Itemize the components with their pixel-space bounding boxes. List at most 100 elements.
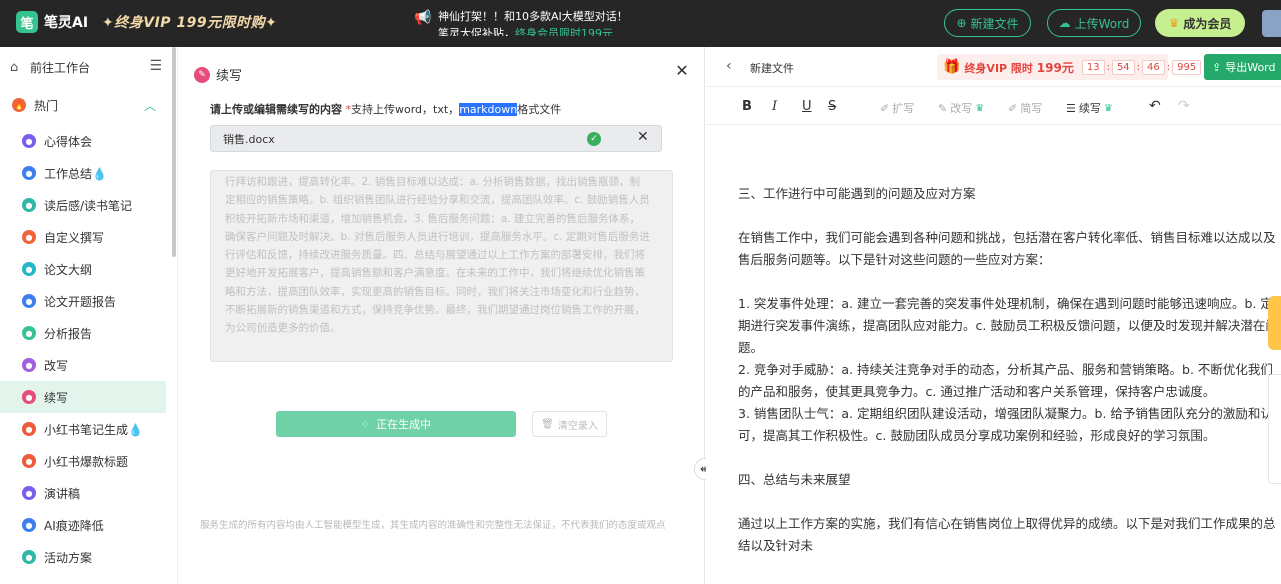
document-paragraph: 在销售工作中，我们可能会遇到各种问题和挑战，包括潜在客户转化率低、销售目标难以达… <box>738 230 1276 267</box>
simplify-icon: ✐ <box>1008 101 1018 115</box>
underline-button[interactable]: U <box>802 99 812 114</box>
floating-badge[interactable] <box>1268 296 1281 350</box>
check-icon: ✓ <box>587 132 601 146</box>
sidebar-item[interactable]: ● AI痕迹降低 <box>0 509 172 541</box>
megaphone-icon: 📢 <box>414 10 432 26</box>
document-paragraph: 2. 竞争对手威胁：a. 持续关注竞争对手的动态，分析其产品、服务和营销策略。b… <box>738 362 1273 399</box>
sidebar: ⌂ 前往工作台 ☰ 🔥 热门 ︿ ● 心得体会 ● 工作总结💧 ● 读后感/读书笔记 ● 自定… <box>0 47 178 584</box>
go-to-workspace[interactable]: ⌂ 前往工作台 ☰ <box>0 47 178 87</box>
cloud-upload-icon: ☁ <box>1058 16 1071 30</box>
sidebar-item[interactable]: ● 读后感/读书笔记 <box>0 189 172 221</box>
expand-button[interactable]: ✐ 扩写 <box>880 100 914 116</box>
avatar[interactable] <box>1262 10 1281 37</box>
disclaimer: 服务生成的所有内容均由人工智能模型生成，其生成内容的准确性和完整性无法保证，不代… <box>200 520 666 531</box>
sidebar-item[interactable]: ● 工作总结💧 <box>0 157 172 189</box>
document-paragraph <box>738 205 1278 227</box>
sidebar-item[interactable]: ● 活动方案 <box>0 541 172 573</box>
become-member-button[interactable]: ♛ 成为会员 <box>1155 9 1245 37</box>
new-file-button[interactable]: ⊕ 新建文件 <box>944 9 1031 37</box>
remove-file-icon[interactable]: ✕ <box>637 129 649 145</box>
sidebar-item[interactable]: ● 心得体会 <box>0 125 172 157</box>
vip-promo-banner[interactable]: ✦终身VIP 199元限时购✦ <box>102 12 277 32</box>
sidebar-item[interactable]: ● 自定义撰写 <box>0 221 172 253</box>
collapse-menu-icon[interactable]: ☰ <box>149 58 162 74</box>
content-text: 行拜访和跟进，提高转化率。2. 销售目标难以达成：a. 分析销售数据，找出销售瓶… <box>225 176 650 335</box>
trash-icon: 🗑 <box>541 418 554 430</box>
sidebar-item[interactable]: ● 论文大纲 <box>0 253 172 285</box>
notice-line-2: 笔灵大促补贴，终身会员限时199元 <box>438 27 613 36</box>
sidebar-item-label: AI痕迹降低 <box>44 518 104 533</box>
loading-spinner-icon: ⁘ <box>360 417 371 431</box>
tool-icon: ● <box>22 230 36 244</box>
document-paragraph: 三、工作进行中可能遇到的问题及应对方案 <box>738 186 976 201</box>
export-word-button[interactable]: ⇪ 导出Word <box>1204 54 1281 80</box>
sidebar-item[interactable]: ● 小红书爆款标题 <box>0 445 172 477</box>
continue-writing-icon: ✎ <box>194 66 210 83</box>
generating-button[interactable]: ⁘ 正在生成中 <box>276 411 516 437</box>
sidebar-scrollbar[interactable] <box>172 47 176 257</box>
sidebar-item-label: 改写 <box>44 358 69 373</box>
sidebar-section-hot[interactable]: 🔥 热门 ︿ <box>0 89 172 121</box>
sidebar-item[interactable]: ● 论文开题报告 <box>0 285 172 317</box>
sidebar-item[interactable]: ● 小红书笔记生成💧 <box>0 413 172 445</box>
simplify-button[interactable]: ✐ 简写 <box>1008 100 1042 116</box>
back-icon[interactable]: ‹ <box>726 58 732 74</box>
new-file-icon: ⊕ <box>956 16 967 30</box>
continue-writing-panel: ✎ 续写 ✕ 请上传或编辑需续写的内容 *支持上传word，txt，markdo… <box>178 47 705 584</box>
sidebar-item-label: 活动方案 <box>44 550 93 565</box>
undo-icon[interactable]: ↶ <box>1149 98 1161 114</box>
tool-icon: ● <box>22 454 36 468</box>
strikethrough-button[interactable]: S <box>828 99 836 114</box>
sidebar-item[interactable]: ● 演讲稿 <box>0 477 172 509</box>
editor-header: ‹ 新建文件 🎁 终身VIP 限时 199元 13: 54: 46: 995 ⇪… <box>706 47 1281 87</box>
clear-input-button[interactable]: 🗑 清空录入 <box>532 411 607 437</box>
vip-countdown-banner[interactable]: 🎁 终身VIP 限时 199元 13: 54: 46: 995 <box>937 54 1202 80</box>
app-logo[interactable]: 笔 笔灵AI <box>16 11 88 33</box>
crown-icon: ♛ <box>975 102 985 114</box>
close-icon[interactable]: ✕ <box>674 63 690 79</box>
top-bar: 笔 笔灵AI ✦终身VIP 199元限时购✦ 📢 神仙打架！！和10多款AI大模… <box>0 0 1281 47</box>
sidebar-item[interactable]: ● 分析报告 <box>0 317 172 349</box>
expand-icon: ✐ <box>880 101 890 115</box>
app-name: 笔灵AI <box>44 15 89 31</box>
document-title[interactable]: 新建文件 <box>750 60 794 76</box>
upload-label: 请上传或编辑需续写的内容 *支持上传word，txt，markdown格式文件 <box>210 103 562 116</box>
upload-word-button[interactable]: ☁ 上传Word <box>1047 9 1141 37</box>
notice-line-1: 神仙打架！！和10多款AI大模型对话！ <box>438 10 628 23</box>
document-paragraph <box>738 491 1278 513</box>
tool-icon: ● <box>22 358 36 372</box>
chevron-up-icon: ︿ <box>143 98 156 113</box>
bold-button[interactable]: B <box>742 99 752 114</box>
fire-icon: 🔥 <box>12 98 26 112</box>
document-paragraph <box>738 271 1278 293</box>
panel-title: ✎ 续写 <box>194 65 242 84</box>
sidebar-item-label: 演讲稿 <box>44 486 81 501</box>
sidebar-item-label: 论文大纲 <box>44 262 93 277</box>
floating-card[interactable] <box>1268 374 1281 484</box>
rewrite-button[interactable]: ✎ 改写 ♛ <box>938 100 984 116</box>
continue-button[interactable]: ☰ 续写 ♛ <box>1066 100 1113 116</box>
logo-icon: 笔 <box>16 11 38 33</box>
sidebar-item[interactable]: ● 改写 <box>0 349 172 381</box>
export-icon: ⇪ <box>1212 60 1222 74</box>
file-name: 销售.docx <box>223 132 275 146</box>
sidebar-item[interactable]: ● 续写 <box>0 381 166 413</box>
notice-ticker[interactable]: 📢 神仙打架！！和10多款AI大模型对话！ 笔灵大促补贴，终身会员限时199元 <box>414 6 634 36</box>
tool-icon: ● <box>22 518 36 532</box>
document-body[interactable]: 三、工作进行中可能遇到的问题及应对方案在销售工作中，我们可能会遇到各种问题和挑战… <box>738 183 1278 557</box>
home-icon: ⌂ <box>10 59 19 75</box>
document-paragraph: 1. 突发事件处理：a. 建立一套完善的突发事件处理机制，确保在遇到问题时能够迅… <box>738 296 1278 355</box>
crown-icon: ♛ <box>1168 16 1180 30</box>
rewrite-icon: ✎ <box>938 101 948 115</box>
italic-button[interactable]: I <box>772 99 777 114</box>
continue-icon: ☰ <box>1066 101 1076 115</box>
tool-icon: ● <box>22 390 36 404</box>
redo-icon[interactable]: ↷ <box>1178 98 1190 114</box>
tool-icon: ● <box>22 326 36 340</box>
content-textarea[interactable]: 行拜访和跟进，提高转化率。2. 销售目标难以达成：a. 分析销售数据，找出销售瓶… <box>210 170 673 362</box>
sidebar-item-label: 读后感/读书笔记 <box>44 198 133 213</box>
sidebar-item-label: 小红书爆款标题 <box>44 454 129 469</box>
tool-icon: ● <box>22 166 36 180</box>
tool-icon: ● <box>22 294 36 308</box>
uploaded-file[interactable]: 销售.docx ✓ ✕ <box>210 125 662 152</box>
